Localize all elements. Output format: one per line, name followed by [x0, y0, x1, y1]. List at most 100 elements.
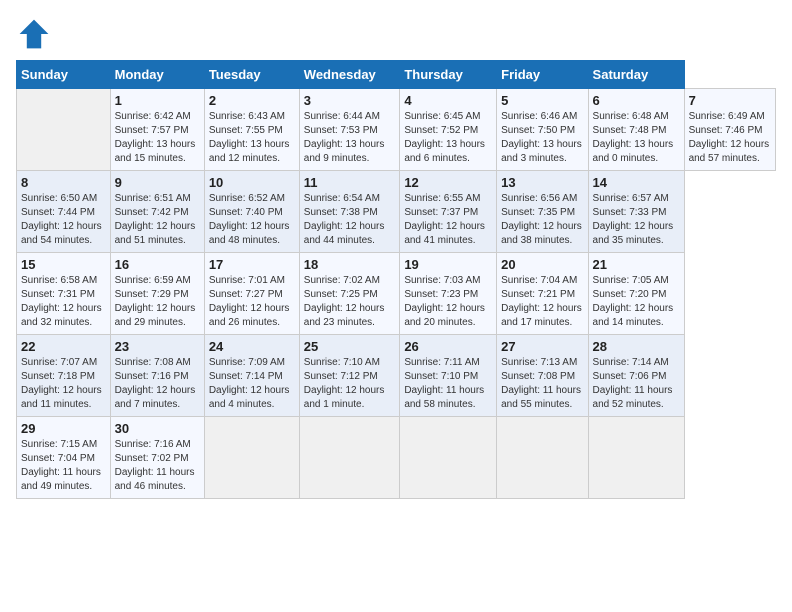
day-number: 20 [501, 257, 583, 272]
calendar-day-cell: 4 Sunrise: 6:45 AMSunset: 7:52 PMDayligh… [400, 89, 497, 171]
day-detail: Sunrise: 6:50 AMSunset: 7:44 PMDaylight:… [21, 193, 102, 246]
calendar-day-cell: 18 Sunrise: 7:02 AMSunset: 7:25 PMDaylig… [299, 253, 400, 335]
day-number: 24 [209, 339, 295, 354]
day-detail: Sunrise: 6:56 AMSunset: 7:35 PMDaylight:… [501, 193, 582, 246]
day-number: 6 [593, 93, 680, 108]
day-detail: Sunrise: 7:11 AMSunset: 7:10 PMDaylight:… [404, 357, 484, 410]
day-detail: Sunrise: 6:49 AMSunset: 7:46 PMDaylight:… [689, 111, 770, 164]
day-number: 2 [209, 93, 295, 108]
day-detail: Sunrise: 7:01 AMSunset: 7:27 PMDaylight:… [209, 275, 290, 328]
day-number: 10 [209, 175, 295, 190]
calendar-day-cell: 17 Sunrise: 7:01 AMSunset: 7:27 PMDaylig… [204, 253, 299, 335]
calendar-day-cell: 23 Sunrise: 7:08 AMSunset: 7:16 PMDaylig… [110, 335, 204, 417]
day-number: 22 [21, 339, 106, 354]
calendar-day-cell: 16 Sunrise: 6:59 AMSunset: 7:29 PMDaylig… [110, 253, 204, 335]
calendar-day-cell: 11 Sunrise: 6:54 AMSunset: 7:38 PMDaylig… [299, 171, 400, 253]
day-number: 9 [115, 175, 200, 190]
day-number: 19 [404, 257, 492, 272]
day-number: 11 [304, 175, 396, 190]
calendar-table: SundayMondayTuesdayWednesdayThursdayFrid… [16, 60, 776, 499]
calendar-day-cell: 30 Sunrise: 7:16 AMSunset: 7:02 PMDaylig… [110, 417, 204, 499]
calendar-day-cell: 1 Sunrise: 6:42 AMSunset: 7:57 PMDayligh… [110, 89, 204, 171]
calendar-day-cell: 12 Sunrise: 6:55 AMSunset: 7:37 PMDaylig… [400, 171, 497, 253]
day-detail: Sunrise: 7:09 AMSunset: 7:14 PMDaylight:… [209, 357, 290, 410]
calendar-day-cell: 27 Sunrise: 7:13 AMSunset: 7:08 PMDaylig… [497, 335, 588, 417]
day-number: 17 [209, 257, 295, 272]
weekday-header-thursday: Thursday [400, 61, 497, 89]
day-detail: Sunrise: 7:10 AMSunset: 7:12 PMDaylight:… [304, 357, 385, 410]
page-header [16, 16, 776, 52]
day-number: 29 [21, 421, 106, 436]
day-number: 26 [404, 339, 492, 354]
calendar-week-row: 15 Sunrise: 6:58 AMSunset: 7:31 PMDaylig… [17, 253, 776, 335]
calendar-day-cell: 22 Sunrise: 7:07 AMSunset: 7:18 PMDaylig… [17, 335, 111, 417]
day-detail: Sunrise: 6:57 AMSunset: 7:33 PMDaylight:… [593, 193, 674, 246]
day-number: 18 [304, 257, 396, 272]
day-number: 28 [593, 339, 680, 354]
day-number: 16 [115, 257, 200, 272]
day-detail: Sunrise: 7:05 AMSunset: 7:20 PMDaylight:… [593, 275, 674, 328]
day-detail: Sunrise: 7:07 AMSunset: 7:18 PMDaylight:… [21, 357, 102, 410]
day-detail: Sunrise: 6:42 AMSunset: 7:57 PMDaylight:… [115, 111, 196, 164]
day-detail: Sunrise: 7:02 AMSunset: 7:25 PMDaylight:… [304, 275, 385, 328]
day-detail: Sunrise: 7:14 AMSunset: 7:06 PMDaylight:… [593, 357, 673, 410]
day-detail: Sunrise: 7:16 AMSunset: 7:02 PMDaylight:… [115, 439, 195, 492]
weekday-header-wednesday: Wednesday [299, 61, 400, 89]
day-number: 5 [501, 93, 583, 108]
day-number: 13 [501, 175, 583, 190]
calendar-day-cell [497, 417, 588, 499]
day-number: 1 [115, 93, 200, 108]
calendar-week-row: 8 Sunrise: 6:50 AMSunset: 7:44 PMDayligh… [17, 171, 776, 253]
day-detail: Sunrise: 6:45 AMSunset: 7:52 PMDaylight:… [404, 111, 485, 164]
calendar-day-cell: 9 Sunrise: 6:51 AMSunset: 7:42 PMDayligh… [110, 171, 204, 253]
day-number: 14 [593, 175, 680, 190]
calendar-day-cell: 8 Sunrise: 6:50 AMSunset: 7:44 PMDayligh… [17, 171, 111, 253]
day-number: 27 [501, 339, 583, 354]
day-number: 7 [689, 93, 771, 108]
day-detail: Sunrise: 6:52 AMSunset: 7:40 PMDaylight:… [209, 193, 290, 246]
day-number: 21 [593, 257, 680, 272]
calendar-day-cell: 6 Sunrise: 6:48 AMSunset: 7:48 PMDayligh… [588, 89, 684, 171]
calendar-day-cell: 13 Sunrise: 6:56 AMSunset: 7:35 PMDaylig… [497, 171, 588, 253]
day-detail: Sunrise: 6:58 AMSunset: 7:31 PMDaylight:… [21, 275, 102, 328]
day-detail: Sunrise: 6:51 AMSunset: 7:42 PMDaylight:… [115, 193, 196, 246]
calendar-day-cell: 10 Sunrise: 6:52 AMSunset: 7:40 PMDaylig… [204, 171, 299, 253]
calendar-day-cell: 29 Sunrise: 7:15 AMSunset: 7:04 PMDaylig… [17, 417, 111, 499]
day-detail: Sunrise: 7:03 AMSunset: 7:23 PMDaylight:… [404, 275, 485, 328]
calendar-day-cell [400, 417, 497, 499]
calendar-day-cell: 3 Sunrise: 6:44 AMSunset: 7:53 PMDayligh… [299, 89, 400, 171]
day-detail: Sunrise: 7:08 AMSunset: 7:16 PMDaylight:… [115, 357, 196, 410]
calendar-day-cell: 5 Sunrise: 6:46 AMSunset: 7:50 PMDayligh… [497, 89, 588, 171]
day-number: 3 [304, 93, 396, 108]
calendar-day-cell: 19 Sunrise: 7:03 AMSunset: 7:23 PMDaylig… [400, 253, 497, 335]
calendar-day-cell: 14 Sunrise: 6:57 AMSunset: 7:33 PMDaylig… [588, 171, 684, 253]
weekday-header-friday: Friday [497, 61, 588, 89]
calendar-day-cell: 24 Sunrise: 7:09 AMSunset: 7:14 PMDaylig… [204, 335, 299, 417]
day-number: 8 [21, 175, 106, 190]
calendar-day-cell [17, 89, 111, 171]
calendar-week-row: 29 Sunrise: 7:15 AMSunset: 7:04 PMDaylig… [17, 417, 776, 499]
day-detail: Sunrise: 6:48 AMSunset: 7:48 PMDaylight:… [593, 111, 674, 164]
day-detail: Sunrise: 7:13 AMSunset: 7:08 PMDaylight:… [501, 357, 581, 410]
weekday-header-monday: Monday [110, 61, 204, 89]
calendar-day-cell: 25 Sunrise: 7:10 AMSunset: 7:12 PMDaylig… [299, 335, 400, 417]
day-number: 30 [115, 421, 200, 436]
weekday-header-sunday: Sunday [17, 61, 111, 89]
day-detail: Sunrise: 7:04 AMSunset: 7:21 PMDaylight:… [501, 275, 582, 328]
calendar-day-cell: 7 Sunrise: 6:49 AMSunset: 7:46 PMDayligh… [684, 89, 775, 171]
day-detail: Sunrise: 6:44 AMSunset: 7:53 PMDaylight:… [304, 111, 385, 164]
calendar-day-cell: 21 Sunrise: 7:05 AMSunset: 7:20 PMDaylig… [588, 253, 684, 335]
calendar-day-cell: 28 Sunrise: 7:14 AMSunset: 7:06 PMDaylig… [588, 335, 684, 417]
calendar-day-cell: 20 Sunrise: 7:04 AMSunset: 7:21 PMDaylig… [497, 253, 588, 335]
calendar-day-cell: 15 Sunrise: 6:58 AMSunset: 7:31 PMDaylig… [17, 253, 111, 335]
day-number: 12 [404, 175, 492, 190]
day-number: 25 [304, 339, 396, 354]
calendar-day-cell: 2 Sunrise: 6:43 AMSunset: 7:55 PMDayligh… [204, 89, 299, 171]
day-number: 15 [21, 257, 106, 272]
day-detail: Sunrise: 6:54 AMSunset: 7:38 PMDaylight:… [304, 193, 385, 246]
calendar-day-cell [204, 417, 299, 499]
day-number: 4 [404, 93, 492, 108]
calendar-day-cell [588, 417, 684, 499]
calendar-day-cell: 26 Sunrise: 7:11 AMSunset: 7:10 PMDaylig… [400, 335, 497, 417]
calendar-week-row: 22 Sunrise: 7:07 AMSunset: 7:18 PMDaylig… [17, 335, 776, 417]
